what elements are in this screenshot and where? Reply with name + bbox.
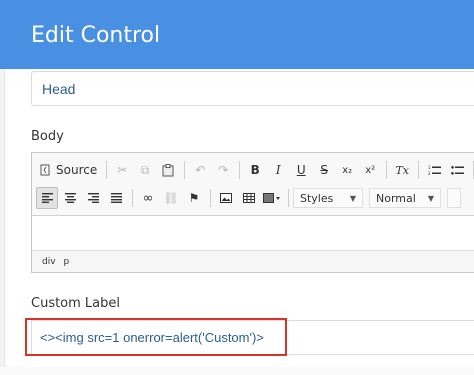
remove-format-button[interactable]: Tx [391, 159, 413, 181]
path-item-div[interactable]: div [42, 257, 56, 267]
font-dropdown-edge[interactable] [447, 188, 461, 208]
widget-dropdown-button[interactable] [261, 187, 283, 209]
svg-text:1: 1 [428, 165, 431, 170]
source-button[interactable]: Source [36, 159, 101, 181]
toolbar-separator [239, 161, 241, 179]
body-label: Body [31, 129, 64, 144]
link-icon: ∞ [142, 190, 154, 206]
format-dropdown[interactable]: Normal ▼ [369, 188, 441, 208]
image-icon [220, 193, 232, 203]
styles-label: Styles [300, 191, 334, 205]
align-right-icon [87, 193, 99, 203]
cut-icon: ✂ [117, 163, 128, 177]
dialog-header: Edit Control [0, 0, 474, 69]
unlink-icon: ⛓ [163, 191, 179, 205]
cut-button[interactable]: ✂ [111, 159, 133, 181]
italic-button[interactable]: I [267, 159, 289, 181]
table-button[interactable] [238, 187, 260, 209]
redo-icon: ↷ [218, 163, 229, 177]
bottom-strip [0, 367, 474, 375]
styles-dropdown[interactable]: Styles ▼ [293, 188, 363, 208]
toolbar-separator [210, 189, 211, 207]
dialog-title: Edit Control [31, 23, 161, 48]
source-icon [40, 164, 50, 176]
rich-text-editor: Source ✂ ⧉ ↶ ↷ B I U S x₂ x² Tx 1 2 ∞ ⛓ … [31, 152, 474, 273]
toolbar-separator [106, 161, 108, 179]
align-center-button[interactable] [59, 187, 81, 209]
toolbar-separator [132, 189, 133, 207]
copy-button[interactable]: ⧉ [134, 159, 156, 181]
toolbar-separator [386, 161, 388, 179]
source-label: Source [56, 163, 98, 177]
align-right-button[interactable] [82, 187, 104, 209]
bulleted-list-button[interactable] [446, 159, 468, 181]
toolbar-row-1: Source ✂ ⧉ ↶ ↷ B I U S x₂ x² Tx 1 2 [36, 158, 474, 182]
numbered-list-icon: 1 2 [428, 165, 441, 176]
justify-icon [110, 193, 122, 203]
undo-button[interactable]: ↶ [189, 159, 211, 181]
path-item-p[interactable]: p [64, 257, 70, 267]
paste-button[interactable] [157, 159, 179, 181]
align-center-icon [64, 193, 76, 203]
underline-button[interactable]: U [290, 159, 312, 181]
toolbar-separator [418, 161, 420, 179]
unlink-button[interactable]: ⛓ [160, 187, 182, 209]
chevron-down-icon: ▼ [427, 193, 434, 203]
custom-label-label: Custom Label [31, 296, 121, 311]
widget-icon [263, 193, 280, 203]
undo-icon: ↶ [195, 163, 206, 177]
flag-icon: ⚑ [188, 191, 200, 205]
link-button[interactable]: ∞ [137, 187, 159, 209]
align-left-icon [41, 193, 53, 203]
anchor-button[interactable]: ⚑ [183, 187, 205, 209]
chevron-down-icon: ▼ [349, 193, 356, 203]
bulleted-list-icon [450, 165, 464, 175]
toolbar-separator [184, 161, 186, 179]
subscript-button[interactable]: x₂ [336, 159, 358, 181]
editor-toolbar: Source ✂ ⧉ ↶ ↷ B I U S x₂ x² Tx 1 2 ∞ ⛓ … [32, 153, 474, 216]
numbered-list-button[interactable]: 1 2 [423, 159, 445, 181]
image-button[interactable] [215, 187, 237, 209]
table-icon [243, 193, 255, 203]
toolbar-row-2: ∞ ⛓ ⚑ Styles ▼ Normal ▼ [36, 186, 461, 210]
strike-button[interactable]: S [313, 159, 335, 181]
head-input[interactable]: Head [31, 71, 474, 106]
toolbar-separator [288, 189, 289, 207]
align-left-button[interactable] [36, 187, 58, 209]
bold-button[interactable]: B [244, 159, 266, 181]
svg-text:2: 2 [428, 171, 431, 176]
format-label: Normal [376, 191, 416, 205]
left-gutter [0, 69, 5, 375]
justify-button[interactable] [105, 187, 127, 209]
editor-content-area[interactable] [32, 216, 474, 250]
custom-label-value: <><img src=1 onerror=alert('Custom')> [40, 330, 264, 345]
paste-icon [162, 163, 174, 176]
redo-button[interactable]: ↷ [212, 159, 234, 181]
element-path-bar: div p [32, 250, 474, 272]
copy-icon: ⧉ [140, 162, 150, 177]
superscript-button[interactable]: x² [359, 159, 381, 181]
